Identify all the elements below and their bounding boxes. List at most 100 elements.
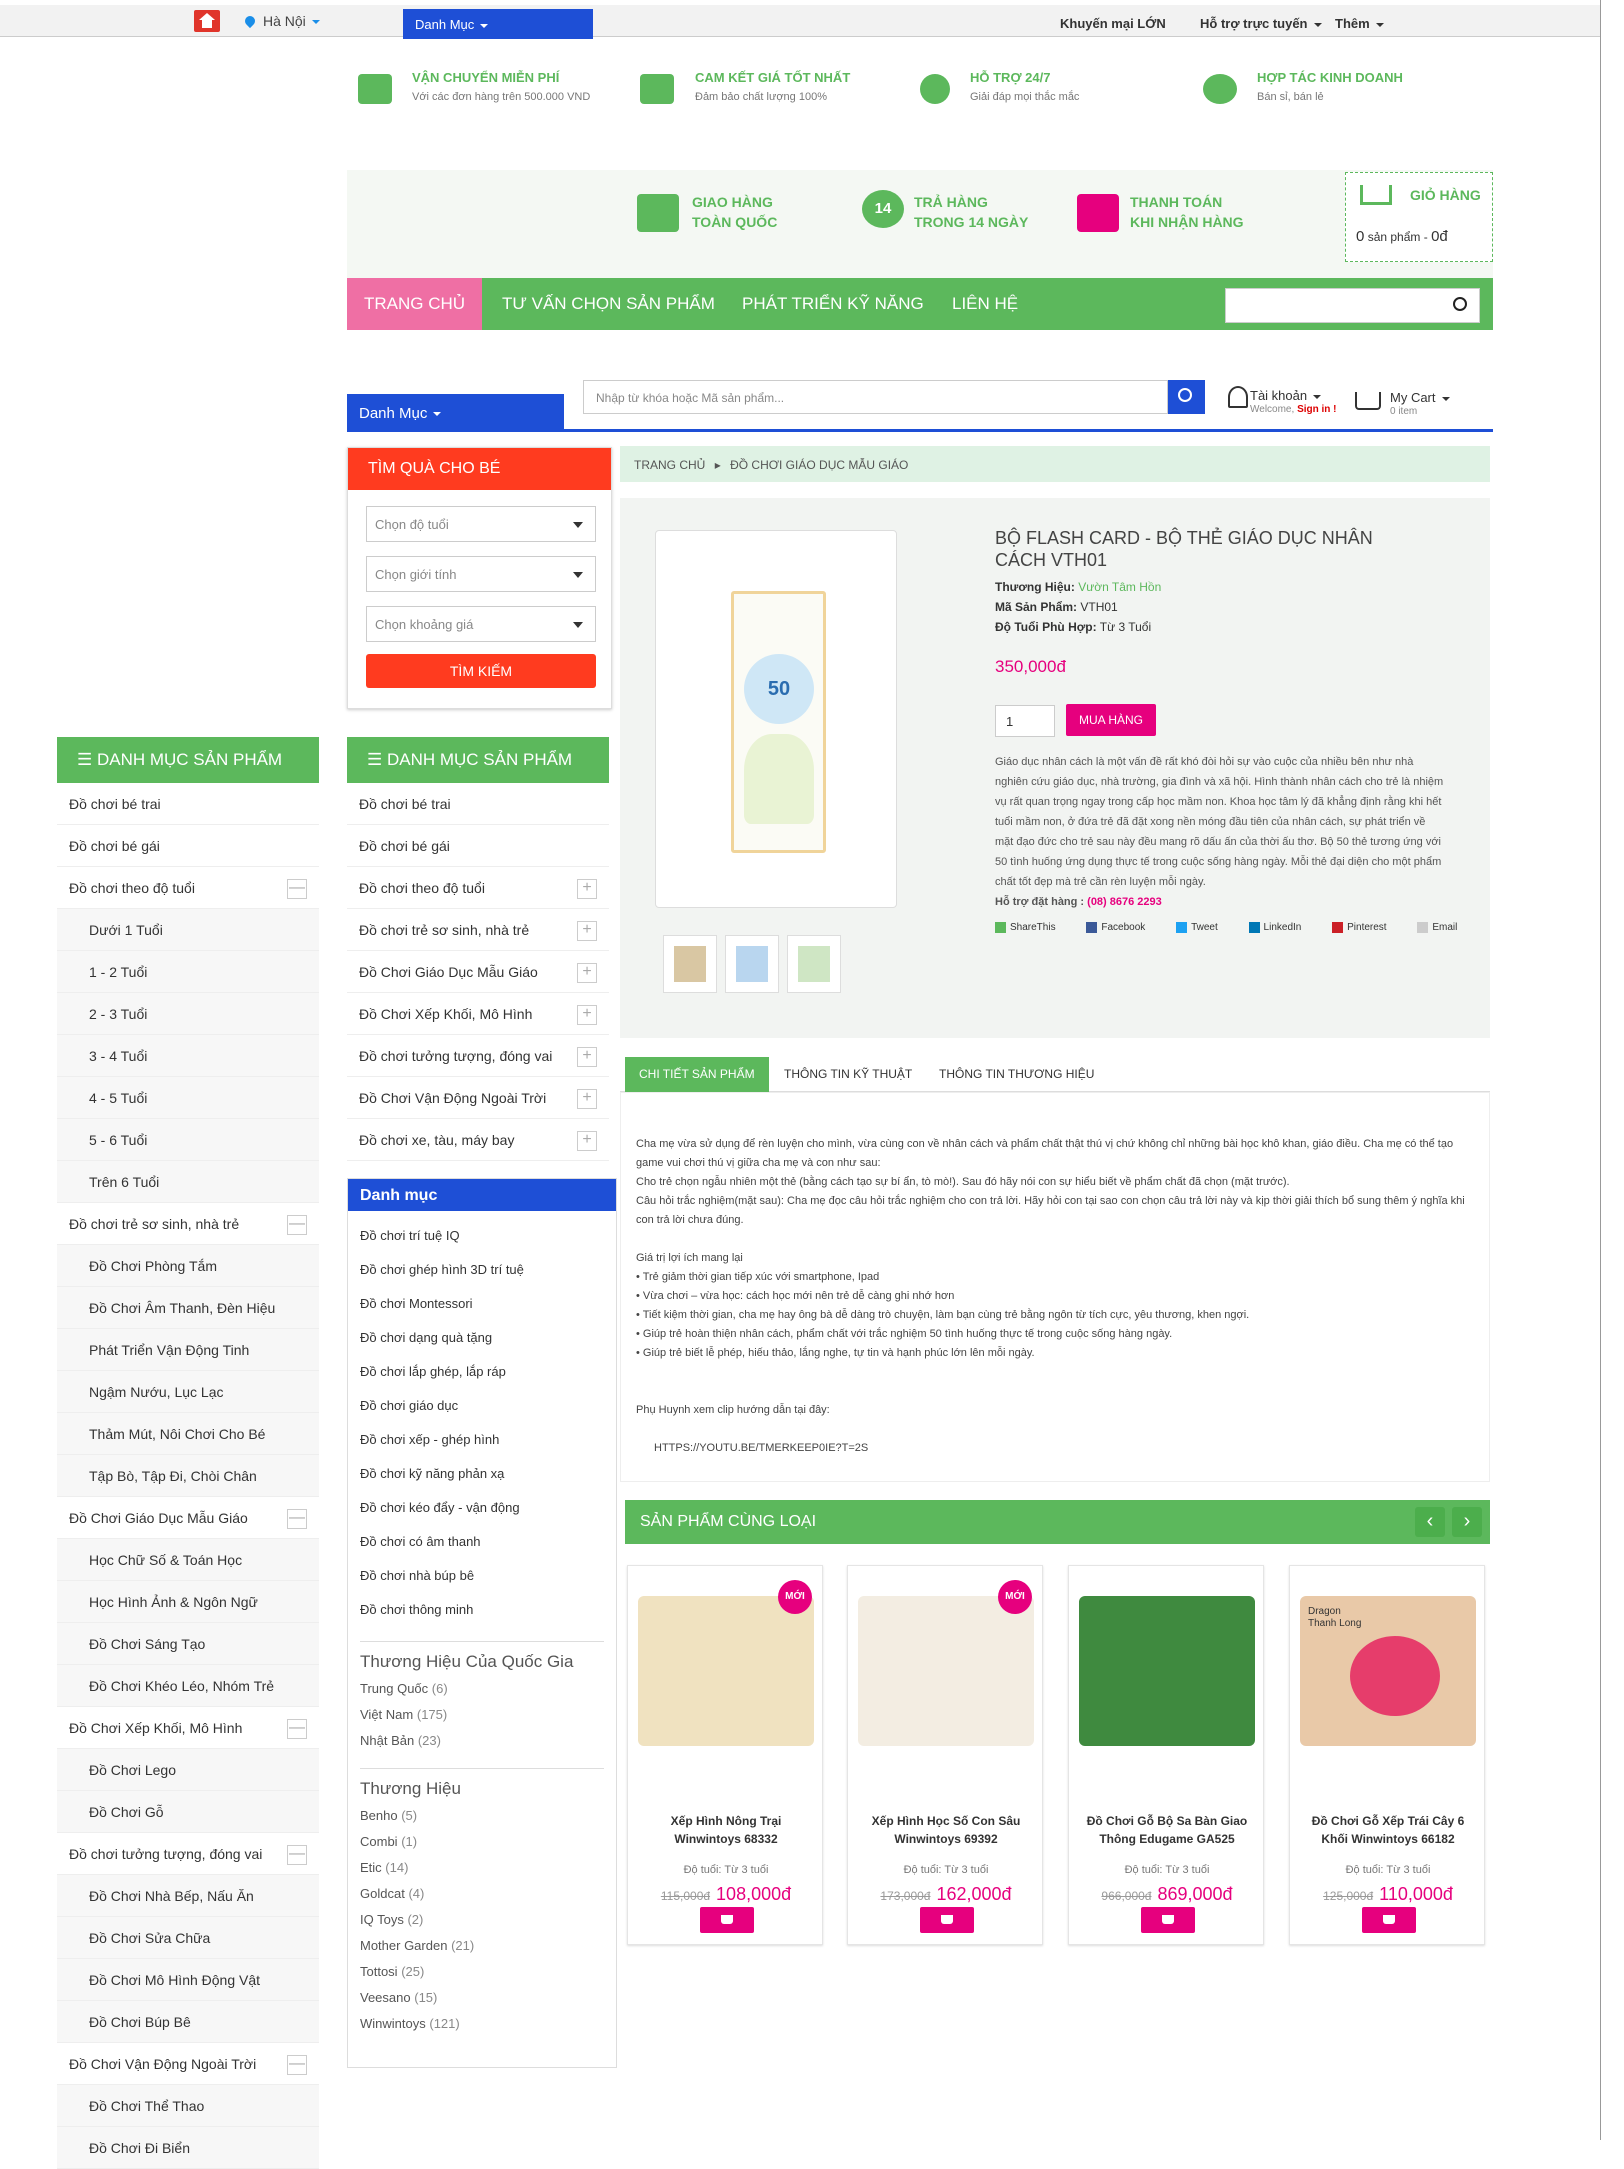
price-select[interactable]: Chọn khoảng giá [366, 606, 596, 642]
expand-toggle-icon[interactable]: + [577, 1005, 597, 1025]
brand-item[interactable]: Winwintoys (121) [348, 2011, 616, 2037]
signin-link[interactable]: Sign in ! [1297, 404, 1336, 415]
collapse-toggle-icon[interactable]: — [287, 1509, 307, 1529]
category-menu-button[interactable]: Danh Mục [347, 394, 564, 432]
category-item[interactable]: Đồ Chơi Vận Động Ngoài Trời — [57, 2043, 319, 2085]
product-card-name[interactable]: Đồ Chơi Gỗ Bộ Sa Bàn Giao Thông Edugame … [1077, 1812, 1257, 1848]
product-card[interactable]: MỚI Xếp Hình Nông Trại Winwintoys 68332 Độ… [627, 1565, 823, 1945]
category-item[interactable]: Đồ chơi theo độ tuổi — [57, 867, 319, 909]
danhmuc-item[interactable]: Đồ chơi kỹ năng phản xạ [348, 1457, 616, 1491]
brand-item[interactable]: Mother Garden (21) [348, 1933, 616, 1959]
product-card-image[interactable] [1079, 1596, 1255, 1746]
product-card-name[interactable]: Xếp Hình Nông Trại Winwintoys 68332 [636, 1812, 816, 1848]
category-item[interactable]: Đồ chơi xe, tàu, máy bay + [347, 1119, 609, 1161]
brand-item[interactable]: Combi (1) [348, 1829, 616, 1855]
category-item[interactable]: Học Chữ Số & Toán Học [57, 1539, 319, 1581]
buy-button[interactable]: MUA HÀNG [1066, 704, 1156, 736]
category-item[interactable]: Đồ Chơi Âm Thanh, Đèn Hiệu [57, 1287, 319, 1329]
cart-widget[interactable]: GIỎ HÀNG 0 sản phẩm - 0đ [1345, 172, 1493, 262]
gender-select[interactable]: Chọn giới tính [366, 556, 596, 592]
category-item[interactable]: Đồ Chơi Lego [57, 1749, 319, 1791]
category-item[interactable]: Đồ Chơi Búp Bê [57, 2001, 319, 2043]
brand-link[interactable]: Vườn Tâm Hồn [1078, 580, 1161, 594]
danhmuc-item[interactable]: Đồ chơi lắp ghép, lắp ráp [348, 1355, 616, 1389]
nav-search-input[interactable] [1225, 288, 1480, 323]
brand-item[interactable]: Benho (5) [348, 1803, 616, 1829]
category-item[interactable]: Đồ Chơi Mô Hình Động Vật [57, 1959, 319, 2001]
category-item[interactable]: Đồ chơi trẻ sơ sinh, nhà trẻ + [347, 909, 609, 951]
add-to-cart-icon[interactable] [1141, 1907, 1195, 1933]
link-promotions[interactable]: Khuyến mại LỚN [1060, 16, 1166, 31]
age-select[interactable]: Chọn độ tuổi [366, 506, 596, 542]
category-item[interactable]: Đồ chơi trẻ sơ sinh, nhà trẻ — [57, 1203, 319, 1245]
category-item[interactable]: Đồ Chơi Phòng Tắm [57, 1245, 319, 1287]
category-item[interactable]: Đồ Chơi Giáo Dục Mẫu Giáo — [57, 1497, 319, 1539]
category-item[interactable]: Ngậm Nướu, Lục Lạc [57, 1371, 319, 1413]
brand-item[interactable]: Goldcat (4) [348, 1881, 616, 1907]
expand-toggle-icon[interactable]: + [577, 879, 597, 899]
expand-toggle-icon[interactable]: + [577, 921, 597, 941]
link-more[interactable]: Thêm [1335, 16, 1384, 31]
product-card[interactable]: Dragon Thanh Long Đồ Chơi Gỗ Xếp Trái Cây… [1289, 1565, 1485, 1945]
account-menu[interactable]: Tài khoản [1250, 388, 1322, 403]
tweet-button[interactable]: Tweet [1176, 922, 1232, 933]
nav-skills[interactable]: PHÁT TRIỂN KỸ NĂNG [742, 278, 924, 330]
linkedin-button[interactable]: LinkedIn [1248, 922, 1316, 933]
link-support[interactable]: Hỗ trợ trực tuyến [1200, 16, 1322, 31]
expand-toggle-icon[interactable]: + [577, 1131, 597, 1151]
nav-contact[interactable]: LIÊN HỆ [952, 278, 1018, 330]
brand-item[interactable]: Etic (14) [348, 1855, 616, 1881]
danhmuc-item[interactable]: Đồ chơi trí tuệ IQ [348, 1219, 616, 1253]
category-item[interactable]: 3 - 4 Tuổi [57, 1035, 319, 1077]
expand-toggle-icon[interactable]: + [577, 1089, 597, 1109]
add-to-cart-icon[interactable] [1362, 1907, 1416, 1933]
product-card-image[interactable]: Dragon Thanh Long [1300, 1596, 1476, 1746]
expand-toggle-icon[interactable]: + [577, 963, 597, 983]
category-item[interactable]: Đồ Chơi Gỗ [57, 1791, 319, 1833]
danhmuc-item[interactable]: Đồ chơi nhà búp bê [348, 1559, 616, 1593]
product-card[interactable]: Đồ Chơi Gỗ Bộ Sa Bàn Giao Thông Edugame … [1068, 1565, 1264, 1945]
category-item[interactable]: Đồ Chơi Sửa Chữa [57, 1917, 319, 1959]
add-to-cart-icon[interactable] [700, 1907, 754, 1933]
facebook-button[interactable]: Facebook [1086, 922, 1159, 933]
danhmuc-item[interactable]: Đồ chơi kéo đẩy - vận động [348, 1491, 616, 1525]
find-button[interactable]: TÌM KIẾM [366, 654, 596, 688]
product-thumbnail[interactable] [725, 935, 779, 993]
collapse-toggle-icon[interactable]: — [287, 1845, 307, 1865]
breadcrumb-home[interactable]: TRANG CHỦ [634, 458, 705, 472]
email-button[interactable]: Email [1417, 922, 1471, 933]
location-selector[interactable]: Hà Nội [242, 13, 320, 29]
category-item[interactable]: Đồ Chơi Giáo Dục Mẫu Giáo + [347, 951, 609, 993]
category-item[interactable]: Đồ chơi tưởng tượng, đóng vai + [347, 1035, 609, 1077]
category-item[interactable]: 1 - 2 Tuổi [57, 951, 319, 993]
category-item[interactable]: Đồ chơi theo độ tuổi + [347, 867, 609, 909]
home-icon[interactable] [194, 10, 220, 32]
collapse-toggle-icon[interactable]: — [287, 2055, 307, 2075]
prev-arrow-icon[interactable]: ‹ [1415, 1507, 1445, 1537]
nav-advice[interactable]: TƯ VẤN CHỌN SẢN PHẨM [502, 278, 715, 330]
category-item[interactable]: Đồ Chơi Khéo Léo, Nhóm Trẻ [57, 1665, 319, 1707]
category-item[interactable]: 2 - 3 Tuổi [57, 993, 319, 1035]
tab-details[interactable]: CHI TIẾT SẢN PHẨM [625, 1057, 769, 1092]
product-card[interactable]: MỚI Xếp Hình Học Số Con Sâu Winwintoys 69… [847, 1565, 1043, 1945]
tab-specs[interactable]: THÔNG TIN KỸ THUẬT [770, 1057, 926, 1092]
collapse-toggle-icon[interactable]: — [287, 879, 307, 899]
category-item[interactable]: Trên 6 Tuổi [57, 1161, 319, 1203]
danhmuc-item[interactable]: Đồ chơi Montessori [348, 1287, 616, 1321]
category-item[interactable]: Đồ Chơi Xếp Khối, Mô Hình + [347, 993, 609, 1035]
danhmuc-item[interactable]: Đồ chơi giáo dục [348, 1389, 616, 1423]
category-dropdown[interactable]: Danh Mục [403, 9, 593, 39]
danhmuc-item[interactable]: Đồ chơi thông minh [348, 1593, 616, 1627]
my-cart-menu[interactable]: My Cart [1390, 390, 1450, 405]
quantity-input[interactable]: 1 [995, 705, 1055, 737]
breadcrumb-current[interactable]: ĐỒ CHƠI GIÁO DỤC MẪU GIÁO [730, 458, 908, 472]
collapse-toggle-icon[interactable]: — [287, 1719, 307, 1739]
product-search-input[interactable]: Nhập từ khóa hoặc Mã sản phẩm... [583, 380, 1168, 414]
category-item[interactable]: Phát Triển Vận Động Tinh [57, 1329, 319, 1371]
category-item[interactable]: Thảm Mút, Nôi Chơi Cho Bé [57, 1413, 319, 1455]
brand-country-item[interactable]: Việt Nam (175) [348, 1702, 616, 1728]
product-card-image[interactable] [638, 1596, 814, 1746]
sharethis-button[interactable]: ShareThis [995, 922, 1070, 933]
search-icon[interactable] [1453, 297, 1467, 311]
product-thumbnail[interactable] [787, 935, 841, 993]
